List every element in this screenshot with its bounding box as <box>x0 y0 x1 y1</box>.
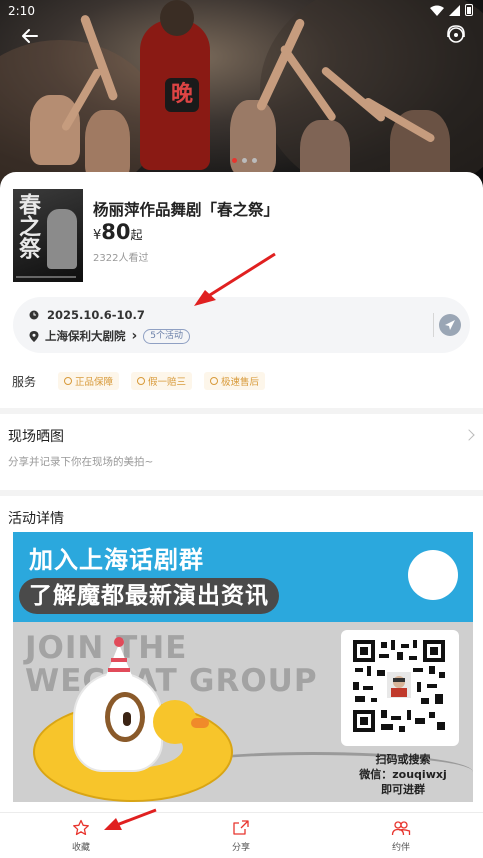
event-poster[interactable]: 春之祭 <box>13 189 83 282</box>
navigate-icon <box>445 320 455 330</box>
event-date: 2025.10.6-10.7 <box>47 308 145 322</box>
service-chip: 极速售后 <box>204 372 266 390</box>
divider <box>0 408 483 414</box>
check-shield-icon <box>137 377 146 385</box>
signal-icon <box>449 4 460 16</box>
back-arrow-icon[interactable] <box>18 24 42 48</box>
share-button[interactable]: 分享 <box>211 819 271 853</box>
bottom-action-bar: 收藏 分享 约伴 <box>0 812 483 858</box>
hero-mark: 晚 <box>165 78 199 112</box>
venue-chevron: › <box>131 328 138 344</box>
annotation-arrow <box>194 252 276 306</box>
battery-icon <box>465 4 473 16</box>
banner-circle <box>408 550 458 600</box>
service-label: 服务 <box>12 374 37 389</box>
viewer-count: 2322人看过 <box>93 253 149 264</box>
wifi-icon <box>430 5 444 16</box>
activity-count-badge[interactable]: 5个活动 <box>143 328 191 344</box>
event-price: ¥80起 <box>93 220 143 244</box>
qr-caption: 扫码或搜索 微信：zouqiwxj 即可进群 <box>359 753 447 796</box>
clock-icon <box>29 310 39 320</box>
status-time: 2:10 <box>8 4 35 18</box>
location-pin-icon <box>29 330 39 342</box>
navigate-button[interactable] <box>439 314 461 336</box>
customer-service-icon[interactable] <box>443 22 469 48</box>
status-bar: 2:10 <box>0 0 483 22</box>
wechat-group-banner: 加入上海话剧群 了解魔都最新演出资讯 JOIN THE WECHAT GROUP <box>13 532 473 802</box>
event-title: 杨丽萍作品舞剧「春之祭」 <box>93 201 280 219</box>
share-icon <box>233 820 249 835</box>
annotation-arrow <box>104 808 157 830</box>
live-photos-subtitle: 分享并记录下你在现场的美拍~ <box>8 456 154 468</box>
venue-name[interactable]: 上海保利大剧院 <box>45 328 126 344</box>
chevron-right-icon[interactable] <box>463 429 475 441</box>
service-row[interactable]: 服务 正品保障 假一赔三 极速售后 <box>12 372 266 390</box>
headset-icon <box>210 377 219 385</box>
companion-button[interactable]: 约伴 <box>371 819 431 853</box>
companion-label: 约伴 <box>391 843 410 853</box>
favorite-label: 收藏 <box>71 843 90 853</box>
banner-group: GROUP <box>189 663 318 699</box>
banner-headline: 加入上海话剧群 <box>29 546 204 574</box>
divider <box>0 490 483 496</box>
service-chip: 假一赔三 <box>131 372 193 390</box>
people-icon <box>391 821 411 836</box>
carousel-indicator <box>232 158 257 163</box>
details-title: 活动详情 <box>8 511 64 527</box>
live-photos-title[interactable]: 现场晒图 <box>8 426 64 446</box>
qr-code <box>351 638 447 734</box>
share-label: 分享 <box>231 843 250 853</box>
service-chip: 正品保障 <box>58 372 120 390</box>
banner-subheadline: 了解魔都最新演出资讯 <box>19 578 279 614</box>
star-icon <box>73 819 89 836</box>
shield-icon <box>64 377 73 385</box>
